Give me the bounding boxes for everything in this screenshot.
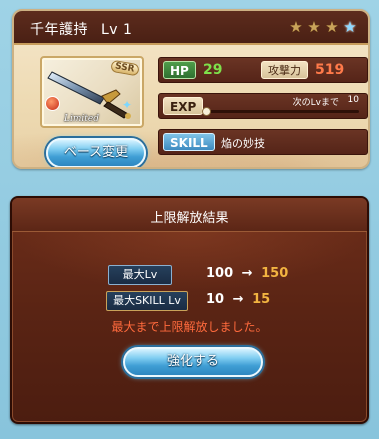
arrow-icon: → xyxy=(232,292,244,307)
dialog-title: 上限解放結果 xyxy=(150,211,229,226)
max-level-new: 150 xyxy=(261,266,289,281)
skill-label: SKILL xyxy=(163,133,215,151)
exp-progress-bar xyxy=(202,107,359,116)
arrow-icon: → xyxy=(241,266,253,281)
hp-value: 29 xyxy=(203,62,223,78)
uncap-star-icon: ★ xyxy=(289,18,303,36)
uncap-stars: ★ ★ ★ ★ xyxy=(288,19,358,35)
exp-label: EXP xyxy=(163,97,204,115)
sparkle-icon: ✦ xyxy=(122,98,133,112)
weapon-card: 千年護持 Lv 1 ★ ★ ★ ★ SSR ✦ Limited HP 29 攻撃… xyxy=(12,9,370,169)
max-skill-old: 10 xyxy=(206,292,225,307)
base-change-button[interactable]: ベース変更 xyxy=(46,138,146,167)
weapon-name: 千年護持 xyxy=(30,22,88,38)
transcendence-star-icon: ★ xyxy=(343,18,357,36)
max-skill-new: 15 xyxy=(252,292,271,307)
limited-label: Limited xyxy=(64,114,99,124)
skill-name: 焔の妙技 xyxy=(221,137,265,150)
dialog-ornament xyxy=(12,232,367,292)
exp-next-label: 次のLvまで xyxy=(292,98,339,108)
weapon-title: 千年護持 Lv 1 xyxy=(30,19,132,39)
hp-attack-row: HP 29 攻撃力 519 xyxy=(158,57,368,83)
weapon-title-bar: 千年護持 Lv 1 ★ ★ ★ ★ xyxy=(14,11,368,45)
hp-label: HP xyxy=(163,61,196,79)
uncap-result-dialog: 上限解放結果 最大Lv 100 → 150 最大SKILL Lv 10 → 15… xyxy=(10,196,369,424)
max-level-old: 100 xyxy=(206,266,234,281)
weapon-level-value: 1 xyxy=(123,22,133,38)
weapon-image[interactable]: SSR ✦ Limited xyxy=(40,56,144,128)
uncap-star-icon: ★ xyxy=(307,18,321,36)
skill-row: SKILL 焔の妙技 xyxy=(158,129,368,155)
max-skill-label: 最大SKILL Lv xyxy=(106,291,188,311)
exp-progress-knob xyxy=(202,107,211,116)
attack-value: 519 xyxy=(315,62,345,78)
uncap-star-icon: ★ xyxy=(325,18,339,36)
enhance-button[interactable]: 強化する xyxy=(123,347,263,377)
exp-row: EXP 次のLvまで 10 xyxy=(158,93,368,119)
exp-next-value: 10 xyxy=(347,95,359,105)
attack-label: 攻撃力 xyxy=(261,61,308,79)
result-message: 最大まで上限解放しました。 xyxy=(111,320,268,334)
max-skill-values: 10 → 15 xyxy=(206,292,270,307)
weapon-level-label: Lv xyxy=(100,22,119,38)
max-level-label: 最大Lv xyxy=(108,265,172,285)
fire-element-icon xyxy=(45,96,60,111)
max-level-values: 100 → 150 xyxy=(206,266,288,281)
dialog-header: 上限解放結果 xyxy=(12,198,367,232)
